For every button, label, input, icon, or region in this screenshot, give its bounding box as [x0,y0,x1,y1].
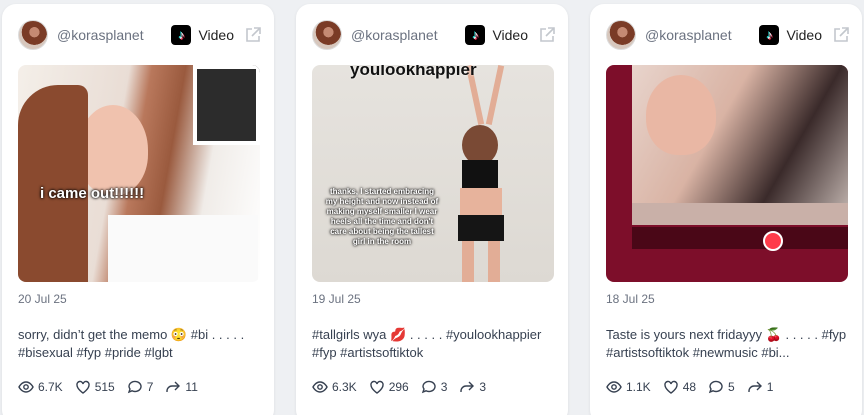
eye-icon [312,381,328,393]
likes-stat: 296 [369,379,409,395]
video-overlay-text: thanks, I started embracing my height an… [325,187,439,246]
post-card-grid: @korasplanet ♪ Video i came out!!!!!! 20… [0,0,864,415]
thumbnail-subject [462,125,498,165]
thumbnail-waist [460,188,502,218]
likes-count: 48 [682,380,697,394]
thumbnail-arm [485,65,505,125]
post-card[interactable]: @korasplanet ♪ Video i came out!!!!!! 20… [2,4,274,415]
tiktok-icon: ♪ [171,25,192,45]
views-count: 6.7K [38,380,63,394]
video-thumbnail[interactable]: youlookhappier thanks, I started embraci… [312,65,554,282]
comment-icon [708,380,723,394]
views-count: 6.3K [332,380,357,394]
heart-icon [369,380,384,394]
avatar[interactable] [312,20,342,50]
likes-stat: 515 [75,379,115,395]
comments-stat: 7 [127,379,154,395]
thumbnail-top [462,160,498,188]
post-card[interactable]: @korasplanet ♪ Video 18 Jul 25 Taste is … [590,4,862,415]
card-header: @korasplanet ♪ Video [312,19,556,51]
card-header: @korasplanet ♪ Video [606,19,850,51]
thumbnail-filmstrip [632,203,848,225]
external-link-icon[interactable] [538,26,556,44]
post-stats: 6.7K 515 7 11 [18,379,198,395]
likes-count: 515 [94,380,115,394]
comment-icon [127,380,142,394]
comments-stat: 5 [708,379,735,395]
likes-stat: 48 [663,379,696,395]
share-icon [460,381,475,392]
thumbnail-leg [488,241,500,282]
shares-count: 3 [479,380,487,394]
account-handle[interactable]: @korasplanet [57,27,171,43]
heart-icon [663,380,678,394]
comments-count: 5 [728,380,735,394]
likes-count: 296 [388,380,409,394]
thumbnail-subject [78,105,148,195]
camera-record-icon [763,231,783,251]
views-stat: 6.7K [18,379,63,395]
thumbnail-shorts [458,215,504,241]
account-handle[interactable]: @korasplanet [645,27,759,43]
views-count: 1.1K [626,380,651,394]
post-card[interactable]: @korasplanet ♪ Video youlookhappier than… [296,4,568,415]
share-icon [166,381,181,392]
account-handle[interactable]: @korasplanet [351,27,465,43]
avatar[interactable] [606,20,636,50]
tiktok-icon: ♪ [759,25,780,45]
thumbnail-camera-bar [632,227,848,249]
post-date: 19 Jul 25 [312,292,361,306]
shares-stat: 3 [459,379,486,395]
avatar[interactable] [18,20,48,50]
shares-count: 1 [766,380,774,394]
shares-stat: 1 [747,379,774,395]
content-type-label: Video [786,27,822,43]
shares-count: 11 [185,380,198,394]
video-overlay-text: i came out!!!!!! [40,185,145,202]
thumbnail-shirt [108,215,258,282]
comment-icon [421,380,436,394]
thumbnail-leg [462,241,474,282]
card-header: @korasplanet ♪ Video [18,19,262,51]
content-type-label: Video [492,27,528,43]
heart-icon [75,380,90,394]
post-description: #tallgirls wya 💋 . . . . . #youlookhappi… [312,327,542,360]
video-thumbnail[interactable] [606,65,848,282]
eye-icon [606,381,622,393]
comments-count: 7 [146,380,154,394]
thumbnail-frame [193,65,260,145]
external-link-icon[interactable] [244,26,262,44]
views-stat: 1.1K [606,379,651,395]
external-link-icon[interactable] [832,26,850,44]
thumbnail-hair [18,85,88,282]
share-icon [748,381,762,392]
content-type-label: Video [198,27,234,43]
post-date: 20 Jul 25 [18,292,67,306]
tiktok-icon: ♪ [465,25,486,45]
shares-stat: 11 [165,379,198,395]
post-stats: 1.1K 48 5 1 [606,379,773,395]
post-date: 18 Jul 25 [606,292,655,306]
post-stats: 6.3K 296 3 3 [312,379,486,395]
comments-count: 3 [440,380,448,394]
eye-icon [18,381,34,393]
views-stat: 6.3K [312,379,357,395]
thumbnail-subject [646,75,716,155]
post-description: Taste is yours next fridayyy 🍒 . . . . .… [606,327,847,360]
comments-stat: 3 [421,379,448,395]
video-thumbnail[interactable]: i came out!!!!!! [18,65,260,282]
post-description: sorry, didn’t get the memo 😳 #bi . . . .… [18,327,245,360]
video-overlay-heading: youlookhappier [350,65,477,79]
